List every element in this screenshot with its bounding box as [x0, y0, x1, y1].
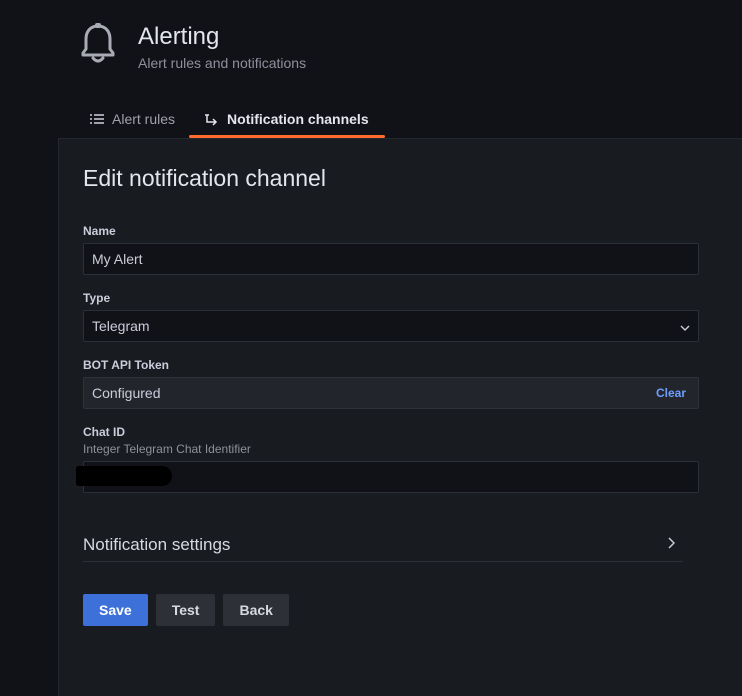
redaction-mark — [76, 466, 172, 486]
page-subtitle: Alert rules and notifications — [138, 55, 307, 71]
list-icon — [90, 113, 104, 125]
form-actions: Save Test Back — [83, 594, 289, 626]
tab-bar: Alert rules Notification channels — [80, 104, 389, 138]
type-value: Telegram — [92, 318, 150, 334]
bot-token-value: Configured — [92, 385, 161, 401]
name-value: My Alert — [92, 251, 143, 267]
chat-id-label: Chat ID — [83, 425, 125, 439]
bot-token-field: Configured Clear — [83, 377, 699, 409]
type-label: Type — [83, 291, 111, 305]
bell-icon — [80, 22, 116, 64]
notification-settings-label: Notification settings — [83, 535, 231, 554]
chevron-down-icon — [680, 318, 690, 334]
panel-title: Edit notification channel — [83, 165, 326, 191]
tab-notification-channels[interactable]: Notification channels — [189, 104, 385, 138]
channel-icon — [205, 113, 219, 126]
name-input[interactable]: My Alert — [83, 243, 699, 275]
edit-channel-panel: Edit notification channel Name My Alert … — [58, 138, 742, 696]
type-select[interactable]: Telegram — [83, 310, 699, 342]
tab-alert-rules[interactable]: Alert rules — [80, 104, 185, 134]
bot-token-label: BOT API Token — [83, 358, 170, 372]
alerting-page: Alerting Alert rules and notifications A… — [0, 0, 742, 696]
clear-token-button[interactable]: Clear — [656, 386, 686, 400]
name-label: Name — [83, 224, 116, 238]
page-title: Alerting — [138, 23, 220, 50]
chat-id-description: Integer Telegram Chat Identifier — [83, 442, 251, 456]
tab-notification-channels-label: Notification channels — [227, 111, 369, 127]
notification-settings-toggle[interactable]: Notification settings — [83, 529, 683, 562]
chat-id-input[interactable] — [76, 461, 699, 493]
tab-alert-rules-label: Alert rules — [112, 111, 176, 127]
test-button[interactable]: Test — [155, 594, 216, 626]
back-button[interactable]: Back — [223, 594, 289, 626]
save-button[interactable]: Save — [83, 594, 148, 626]
chevron-right-icon — [668, 536, 676, 554]
